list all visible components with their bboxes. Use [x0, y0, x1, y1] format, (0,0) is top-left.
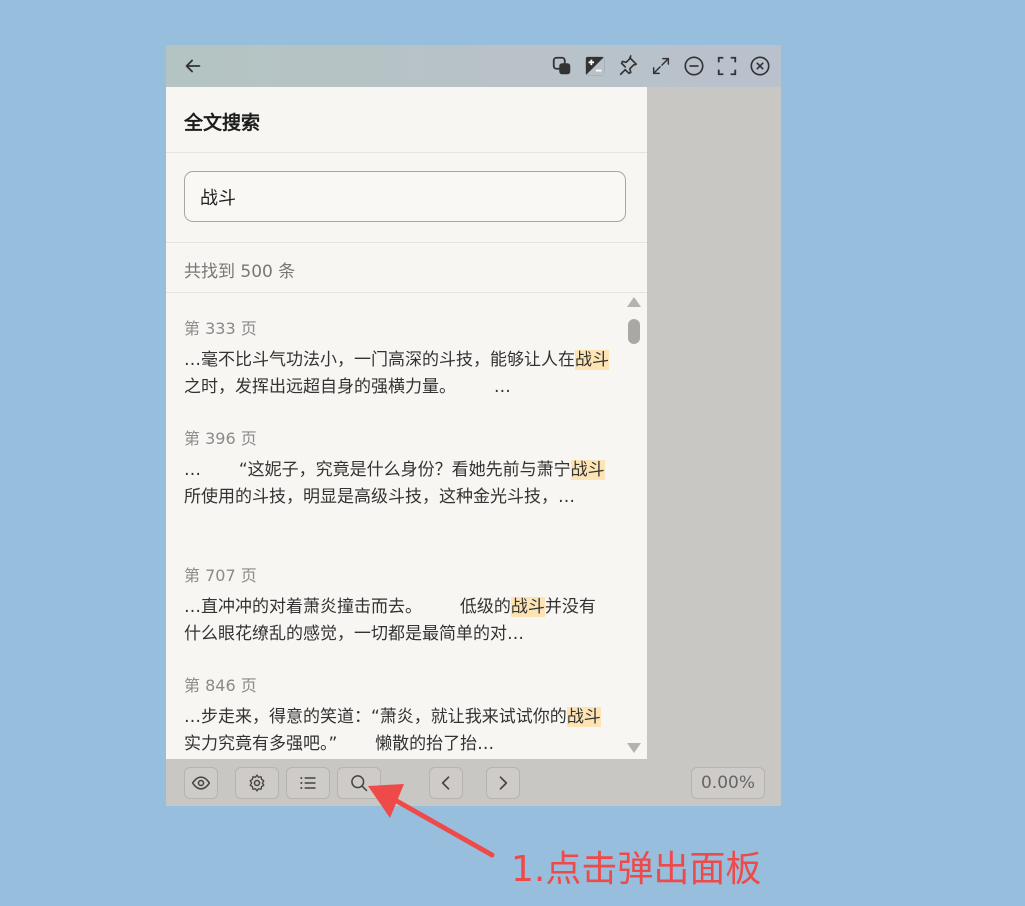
- annotation-label: 1.点击弹出面板: [511, 849, 762, 890]
- annotation-arrow: [368, 784, 495, 858]
